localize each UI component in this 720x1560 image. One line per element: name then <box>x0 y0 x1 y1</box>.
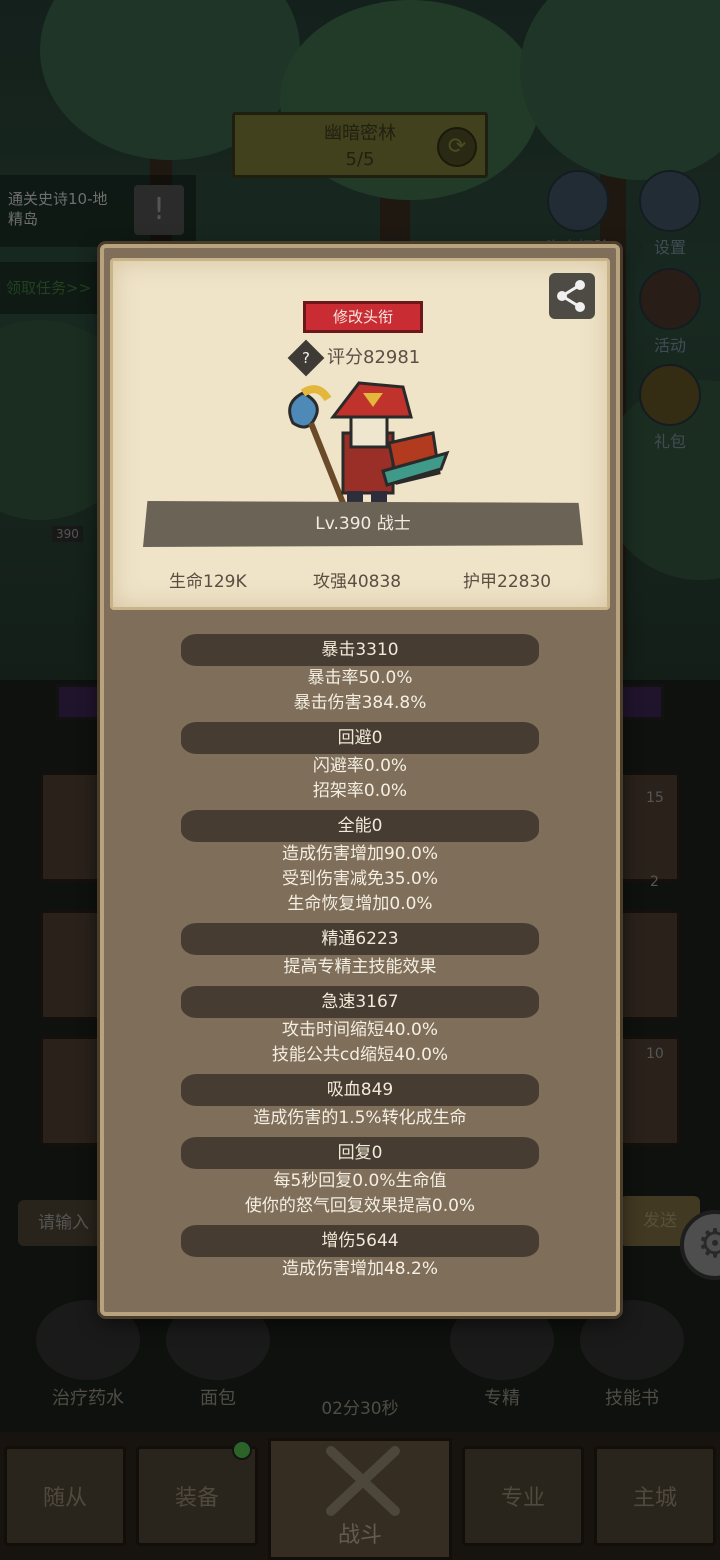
stat-detail: 造成伤害增加48.2% <box>281 1259 438 1279</box>
stat-group-lifesteal: 吸血849 造成伤害的1.5%转化成生命 <box>104 1074 616 1131</box>
stat-detail: 受到伤害减免35.0% <box>281 869 438 889</box>
stat-detail: 招架率0.0% <box>312 781 408 801</box>
share-icon <box>557 280 585 312</box>
armor-stat: 护甲22830 <box>463 572 552 592</box>
attack-power-stat: 攻强40838 <box>313 572 402 592</box>
rename-title-button[interactable]: 修改头衔 <box>303 301 423 333</box>
stat-detail: 技能公共cd缩短40.0% <box>271 1045 449 1065</box>
stat-title: 回复0 <box>181 1137 539 1169</box>
stat-detail: 提高专精主技能效果 <box>283 957 437 977</box>
stat-detail: 造成伤害增加90.0% <box>281 844 438 864</box>
stat-detail: 每5秒回复0.0%生命值 <box>273 1171 447 1191</box>
stat-detail: 暴击伤害384.8% <box>293 693 427 713</box>
stat-group-crit: 暴击3310 暴击率50.0% 暴击伤害384.8% <box>104 634 616 716</box>
stat-detail: 暴击率50.0% <box>307 668 413 688</box>
stat-group-haste: 急速3167 攻击时间缩短40.0% 技能公共cd缩短40.0% <box>104 986 616 1068</box>
stat-list: 暴击3310 暴击率50.0% 暴击伤害384.8% 回避0 闪避率0.0% 招… <box>104 628 616 1282</box>
stat-detail: 攻击时间缩短40.0% <box>281 1020 438 1040</box>
stat-group-mastery: 精通6223 提高专精主技能效果 <box>104 923 616 980</box>
stat-group-regen: 回复0 每5秒回复0.0%生命值 使你的怒气回复效果提高0.0% <box>104 1137 616 1219</box>
level-class-label: Lv.390 战士 <box>143 501 583 547</box>
score-row: ? 评分82981 <box>287 339 421 377</box>
hero-avatar <box>288 381 450 507</box>
hp-stat: 生命129K <box>169 572 247 592</box>
stat-title: 增伤5644 <box>181 1225 539 1257</box>
stat-title: 全能0 <box>181 810 539 842</box>
stat-detail: 闪避率0.0% <box>312 756 408 776</box>
stat-detail: 生命恢复增加0.0% <box>287 894 433 914</box>
character-card: 修改头衔 ?评分82981 Lv.390 战士 生命129K 攻强40838 <box>110 258 610 610</box>
score-value: 评分82981 <box>327 347 421 368</box>
help-icon[interactable]: ? <box>287 339 325 377</box>
stat-title: 精通6223 <box>181 923 539 955</box>
stat-title: 急速3167 <box>181 986 539 1018</box>
share-button[interactable] <box>549 273 595 319</box>
stat-group-versatility: 全能0 造成伤害增加90.0% 受到伤害减免35.0% 生命恢复增加0.0% <box>104 810 616 917</box>
stat-title: 吸血849 <box>181 1074 539 1106</box>
stat-title: 回避0 <box>181 722 539 754</box>
stat-detail: 造成伤害的1.5%转化成生命 <box>253 1108 467 1128</box>
stat-detail: 使你的怒气回复效果提高0.0% <box>244 1196 476 1216</box>
stat-group-avoidance: 回避0 闪避率0.0% 招架率0.0% <box>104 722 616 804</box>
stat-group-damage-bonus: 增伤5644 造成伤害增加48.2% <box>104 1225 616 1282</box>
character-stats-panel: 修改头衔 ?评分82981 Lv.390 战士 生命129K 攻强40838 <box>100 244 620 1316</box>
stat-title: 暴击3310 <box>181 634 539 666</box>
